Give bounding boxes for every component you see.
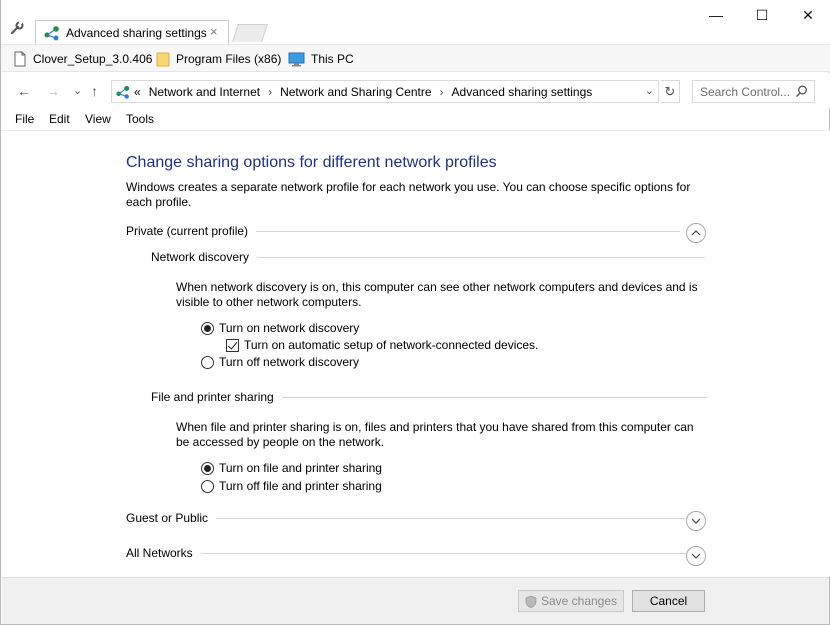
chevron-up-icon (691, 230, 701, 236)
control-panel-window: Advanced sharing settings × — ☐ ✕ Clover… (0, 0, 830, 625)
minimize-button[interactable]: — (693, 0, 739, 30)
breadcrumb-separator[interactable]: › (268, 85, 272, 99)
network-discovery-description: When network discovery is on, this compu… (176, 280, 698, 309)
all-networks-header[interactable]: All Networks (126, 546, 687, 560)
favorite-program-files[interactable]: Program Files (x86) (156, 51, 281, 67)
search-icon (795, 85, 808, 98)
search-placeholder: Search Control... (700, 85, 791, 99)
intro-text: Windows creates a separate network profi… (126, 180, 691, 209)
menu-file[interactable]: File (15, 112, 34, 126)
network-icon (44, 25, 62, 41)
favorite-label: Program Files (x86) (176, 52, 282, 66)
network-discovery-on-radio[interactable] (201, 321, 214, 335)
menu-edit[interactable]: Edit (49, 112, 70, 126)
network-discovery-off-radio[interactable] (201, 355, 214, 369)
breadcrumb-network-and-internet[interactable]: Network and Internet (149, 85, 260, 99)
tab-advanced-sharing[interactable]: Advanced sharing settings × (35, 20, 229, 44)
file-icon (13, 51, 27, 67)
maximize-button[interactable]: ☐ (739, 0, 785, 30)
menu-bar: File Edit View Tools (1, 109, 830, 131)
guest-profile-header[interactable]: Guest or Public (126, 511, 689, 525)
network-icon (116, 84, 132, 100)
footer-bar: Save changes Cancel (2, 577, 829, 624)
computer-icon (288, 51, 305, 67)
favorite-label: Clover_Setup_3.0.406 (33, 52, 153, 66)
auto-setup-option[interactable]: Turn on automatic setup of network-conne… (226, 338, 538, 352)
file-sharing-off-radio[interactable] (201, 479, 214, 493)
favorite-this-pc[interactable]: This PC (288, 51, 354, 67)
cancel-button[interactable]: Cancel (632, 590, 705, 612)
shield-icon (525, 595, 537, 608)
option-label: Turn on automatic setup of network-conne… (244, 338, 539, 352)
divider (257, 256, 706, 258)
divider (256, 230, 681, 232)
tab-title: Advanced sharing settings (66, 26, 207, 40)
back-arrow-icon[interactable]: ← (17, 83, 31, 99)
favorite-clover-setup[interactable]: Clover_Setup_3.0.406 (13, 51, 152, 67)
file-sharing-on-radio[interactable] (201, 461, 214, 475)
file-sharing-header: File and printer sharing (151, 390, 707, 404)
navigation-bar: ← → ⌄ ↑ « Network and Internet › Network… (1, 73, 830, 109)
auto-setup-checkbox[interactable] (226, 338, 239, 352)
all-networks-label: All Networks (126, 546, 193, 560)
breadcrumb-separator[interactable]: › (440, 85, 444, 99)
file-sharing-title: File and printer sharing (151, 390, 274, 404)
favorites-bar: Clover_Setup_3.0.406 Program Files (x86)… (1, 44, 830, 72)
file-sharing-description: When file and printer sharing is on, fil… (176, 420, 694, 449)
divider (200, 552, 687, 554)
address-bar[interactable]: « Network and Internet › Network and Sha… (111, 80, 659, 103)
new-tab-button[interactable] (232, 24, 268, 42)
breadcrumb-network-and-sharing-centre[interactable]: Network and Sharing Centre (280, 85, 431, 99)
option-label: Turn off file and printer sharing (219, 479, 382, 493)
network-discovery-on-option[interactable]: Turn on network discovery (201, 321, 359, 335)
favorite-label: This PC (311, 52, 354, 66)
option-label: Turn on network discovery (219, 321, 360, 335)
breadcrumb-advanced-sharing-settings[interactable]: Advanced sharing settings (452, 85, 593, 99)
expand-all-networks-button[interactable] (686, 546, 706, 566)
option-label: Turn on file and printer sharing (219, 461, 382, 475)
refresh-button[interactable]: ↻ (661, 80, 680, 103)
guest-profile-label: Guest or Public (126, 511, 209, 525)
chevron-down-icon (691, 553, 701, 559)
network-discovery-title: Network discovery (151, 250, 250, 264)
divider (281, 396, 707, 398)
network-discovery-off-option[interactable]: Turn off network discovery (201, 355, 359, 369)
page-title: Change sharing options for different net… (126, 154, 497, 171)
breadcrumb: « Network and Internet › Network and Sha… (134, 85, 592, 99)
collapse-private-button[interactable] (686, 223, 706, 243)
up-arrow-icon[interactable]: ↑ (91, 83, 98, 99)
cancel-label: Cancel (649, 594, 688, 608)
breadcrumb-overflow[interactable]: « (134, 85, 141, 99)
forward-arrow-icon[interactable]: → (46, 83, 60, 99)
save-changes-button[interactable]: Save changes (518, 590, 624, 612)
search-input[interactable]: Search Control... (692, 80, 815, 103)
expand-guest-button[interactable] (686, 511, 706, 531)
file-sharing-off-option[interactable]: Turn off file and printer sharing (201, 479, 382, 493)
save-changes-label: Save changes (540, 594, 618, 608)
tab-close-icon[interactable]: × (210, 24, 218, 39)
divider (216, 517, 689, 519)
chevron-down-icon[interactable]: ⌄ (645, 84, 654, 97)
network-discovery-header: Network discovery (151, 250, 706, 264)
menu-view[interactable]: View (85, 112, 111, 126)
option-label: Turn off network discovery (219, 355, 360, 369)
private-profile-header[interactable]: Private (current profile) (126, 224, 681, 238)
title-bar: Advanced sharing settings × — ☐ ✕ (1, 0, 830, 44)
menu-tools[interactable]: Tools (126, 112, 154, 126)
private-profile-label: Private (current profile) (126, 224, 249, 238)
wrench-icon[interactable] (9, 20, 25, 36)
file-sharing-on-option[interactable]: Turn on file and printer sharing (201, 461, 382, 475)
folder-icon (156, 51, 170, 67)
main-content: Change sharing options for different net… (1, 131, 830, 577)
chevron-down-icon (691, 518, 701, 524)
close-button[interactable]: ✕ (785, 0, 830, 30)
recent-locations-icon[interactable]: ⌄ (73, 84, 82, 97)
